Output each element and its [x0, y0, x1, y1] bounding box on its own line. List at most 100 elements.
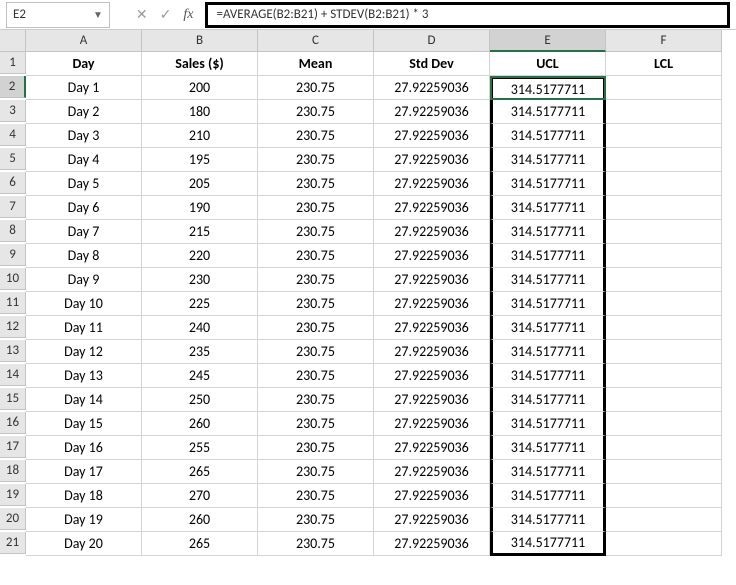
data-cell[interactable]: 27.92259036: [374, 244, 490, 268]
header-cell[interactable]: Std Dev: [374, 52, 490, 76]
data-cell[interactable]: 27.92259036: [374, 196, 490, 220]
data-cell[interactable]: [606, 436, 722, 460]
data-cell[interactable]: [606, 412, 722, 436]
col-head-F[interactable]: F: [606, 30, 722, 52]
data-cell[interactable]: 314.5177711: [490, 100, 606, 124]
data-cell[interactable]: 230.75: [258, 508, 374, 532]
data-cell[interactable]: 215: [142, 220, 258, 244]
data-cell[interactable]: 255: [142, 436, 258, 460]
row-head-14[interactable]: 14: [0, 364, 26, 386]
data-cell[interactable]: 180: [142, 100, 258, 124]
col-head-A[interactable]: A: [26, 30, 142, 52]
header-cell[interactable]: Mean: [258, 52, 374, 76]
data-cell[interactable]: 270: [142, 484, 258, 508]
row-head-12[interactable]: 12: [0, 316, 26, 338]
data-cell[interactable]: [606, 172, 722, 196]
enter-icon[interactable]: ✓: [160, 6, 172, 23]
data-cell[interactable]: 205: [142, 172, 258, 196]
data-cell[interactable]: 250: [142, 388, 258, 412]
row-head-2[interactable]: 2: [0, 76, 26, 98]
data-cell[interactable]: 260: [142, 508, 258, 532]
data-cell[interactable]: 314.5177711: [490, 316, 606, 340]
cancel-icon[interactable]: ✕: [136, 6, 148, 23]
data-cell[interactable]: Day 9: [26, 268, 142, 292]
row-head-3[interactable]: 3: [0, 100, 26, 122]
data-cell[interactable]: 27.92259036: [374, 508, 490, 532]
data-cell[interactable]: 195: [142, 148, 258, 172]
row-head-19[interactable]: 19: [0, 484, 26, 506]
header-cell[interactable]: Sales ($): [142, 52, 258, 76]
data-cell[interactable]: Day 6: [26, 196, 142, 220]
data-cell[interactable]: 190: [142, 196, 258, 220]
row-head-5[interactable]: 5: [0, 148, 26, 170]
data-cell[interactable]: [606, 508, 722, 532]
data-cell[interactable]: Day 16: [26, 436, 142, 460]
data-cell[interactable]: 230.75: [258, 148, 374, 172]
data-cell[interactable]: 200: [142, 76, 258, 100]
data-cell[interactable]: 314.5177711: [490, 388, 606, 412]
row-head-1[interactable]: 1: [0, 52, 26, 74]
data-cell[interactable]: 230.75: [258, 388, 374, 412]
data-cell[interactable]: Day 14: [26, 388, 142, 412]
row-head-15[interactable]: 15: [0, 388, 26, 410]
data-cell[interactable]: Day 2: [26, 100, 142, 124]
data-cell[interactable]: 314.5177711: [490, 532, 606, 556]
data-cell[interactable]: 265: [142, 532, 258, 556]
data-cell[interactable]: 314.5177711: [490, 244, 606, 268]
data-cell[interactable]: [606, 292, 722, 316]
data-cell[interactable]: Day 12: [26, 340, 142, 364]
data-cell[interactable]: 230: [142, 268, 258, 292]
data-cell[interactable]: 230.75: [258, 436, 374, 460]
header-cell[interactable]: LCL: [606, 52, 722, 76]
row-head-11[interactable]: 11: [0, 292, 26, 314]
header-cell[interactable]: Day: [26, 52, 142, 76]
row-head-17[interactable]: 17: [0, 436, 26, 458]
data-cell[interactable]: 314.5177711: [490, 292, 606, 316]
data-cell[interactable]: 27.92259036: [374, 388, 490, 412]
fx-icon[interactable]: fx: [183, 7, 193, 23]
data-cell[interactable]: 230.75: [258, 100, 374, 124]
data-cell[interactable]: 27.92259036: [374, 340, 490, 364]
data-cell[interactable]: Day 8: [26, 244, 142, 268]
data-cell[interactable]: [606, 220, 722, 244]
data-cell[interactable]: 230.75: [258, 220, 374, 244]
data-cell[interactable]: 230.75: [258, 76, 374, 100]
data-cell[interactable]: 245: [142, 364, 258, 388]
data-cell[interactable]: 27.92259036: [374, 148, 490, 172]
row-head-20[interactable]: 20: [0, 508, 26, 530]
data-cell[interactable]: 314.5177711: [490, 508, 606, 532]
row-head-10[interactable]: 10: [0, 268, 26, 290]
select-all-corner[interactable]: [0, 30, 26, 52]
data-cell[interactable]: Day 1: [26, 76, 142, 100]
data-cell[interactable]: [606, 532, 722, 556]
row-head-7[interactable]: 7: [0, 196, 26, 218]
data-cell[interactable]: 314.5177711: [490, 412, 606, 436]
data-cell[interactable]: [606, 484, 722, 508]
data-cell[interactable]: 314.5177711: [490, 340, 606, 364]
row-head-9[interactable]: 9: [0, 244, 26, 266]
data-cell[interactable]: 314.5177711: [490, 76, 606, 100]
data-cell[interactable]: 27.92259036: [374, 484, 490, 508]
row-head-13[interactable]: 13: [0, 340, 26, 362]
data-cell[interactable]: 230.75: [258, 412, 374, 436]
data-cell[interactable]: 27.92259036: [374, 412, 490, 436]
data-cell[interactable]: 314.5177711: [490, 220, 606, 244]
col-head-E[interactable]: E: [490, 30, 606, 52]
data-cell[interactable]: Day 17: [26, 460, 142, 484]
data-cell[interactable]: 230.75: [258, 196, 374, 220]
data-cell[interactable]: 27.92259036: [374, 364, 490, 388]
data-cell[interactable]: [606, 460, 722, 484]
data-cell[interactable]: 314.5177711: [490, 364, 606, 388]
data-cell[interactable]: [606, 340, 722, 364]
data-cell[interactable]: 27.92259036: [374, 220, 490, 244]
data-cell[interactable]: 230.75: [258, 532, 374, 556]
data-cell[interactable]: Day 5: [26, 172, 142, 196]
data-cell[interactable]: 27.92259036: [374, 460, 490, 484]
data-cell[interactable]: 220: [142, 244, 258, 268]
data-cell[interactable]: 314.5177711: [490, 436, 606, 460]
data-cell[interactable]: 314.5177711: [490, 268, 606, 292]
data-cell[interactable]: 27.92259036: [374, 100, 490, 124]
row-head-21[interactable]: 21: [0, 532, 26, 554]
data-cell[interactable]: [606, 148, 722, 172]
data-cell[interactable]: [606, 316, 722, 340]
